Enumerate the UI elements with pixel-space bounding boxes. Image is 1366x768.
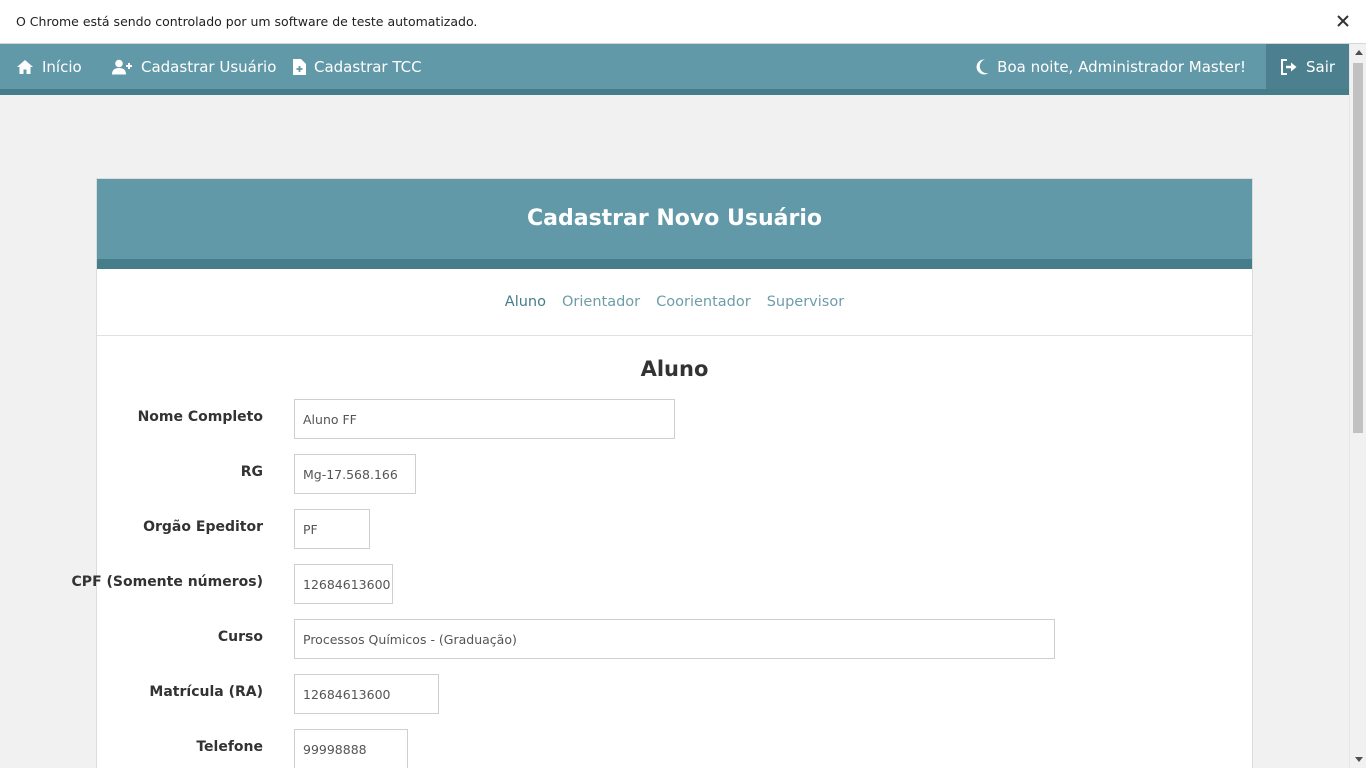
curso-input[interactable]	[294, 619, 1055, 659]
nav-home-label: Início	[42, 57, 82, 76]
tab-supervisor[interactable]: Supervisor	[767, 294, 844, 310]
user-plus-icon	[112, 59, 132, 74]
top-navbar: Início Cadastrar Usuário Cadastrar TCC B…	[0, 44, 1349, 95]
infobar-message: O Chrome está sendo controlado por um so…	[16, 14, 478, 29]
cpf-input[interactable]	[294, 564, 393, 604]
nav-register-user[interactable]: Cadastrar Usuário	[112, 44, 276, 89]
scroll-up-arrow[interactable]	[1350, 44, 1366, 61]
card-title: Cadastrar Novo Usuário	[526, 205, 822, 231]
nav-register-tcc[interactable]: Cadastrar TCC	[293, 44, 422, 89]
scroll-thumb[interactable]	[1353, 63, 1363, 433]
moon-icon	[976, 58, 989, 74]
telefone-input[interactable]	[294, 729, 408, 768]
nav-home[interactable]: Início	[16, 44, 82, 89]
tab-coorientador[interactable]: Coorientador	[656, 294, 751, 310]
nav-greeting: Boa noite, Administrador Master!	[976, 44, 1246, 89]
nav-greeting-label: Boa noite, Administrador Master!	[997, 57, 1246, 76]
user-type-tabs: Aluno Orientador Coorientador Supervisor	[97, 269, 1252, 336]
nav-register-tcc-label: Cadastrar TCC	[314, 57, 422, 76]
nome-label: Nome Completo	[137, 409, 263, 425]
page-scrollbar[interactable]	[1349, 44, 1366, 768]
rg-label: RG	[240, 464, 263, 480]
arrow-down-icon	[1354, 757, 1363, 762]
orgao-input[interactable]	[294, 509, 370, 549]
orgao-label: Orgão Epeditor	[143, 519, 263, 535]
home-icon	[17, 59, 33, 74]
nav-logout[interactable]: Sair	[1266, 44, 1349, 89]
close-icon[interactable]	[1334, 12, 1352, 30]
scroll-down-arrow[interactable]	[1350, 751, 1366, 768]
telefone-label: Telefone	[196, 739, 263, 755]
tab-orientador[interactable]: Orientador	[562, 294, 640, 310]
rg-input[interactable]	[294, 454, 416, 494]
card-header: Cadastrar Novo Usuário	[97, 179, 1252, 269]
file-plus-icon	[293, 58, 306, 75]
cpf-label: CPF (Somente números)	[71, 574, 263, 590]
nav-logout-label: Sair	[1306, 57, 1336, 76]
section-title: Aluno	[640, 357, 709, 381]
nav-register-user-label: Cadastrar Usuário	[141, 57, 277, 76]
curso-label: Curso	[217, 629, 263, 645]
sign-out-icon	[1281, 58, 1297, 75]
register-user-card: Cadastrar Novo Usuário Aluno Orientador …	[72, 178, 1253, 768]
tab-aluno[interactable]: Aluno	[505, 294, 546, 310]
matricula-label: Matrícula (RA)	[149, 684, 263, 700]
matricula-input[interactable]	[294, 674, 439, 714]
nome-input[interactable]	[294, 399, 675, 439]
automation-infobar: O Chrome está sendo controlado por um so…	[0, 0, 1366, 44]
arrow-up-icon	[1354, 50, 1363, 55]
